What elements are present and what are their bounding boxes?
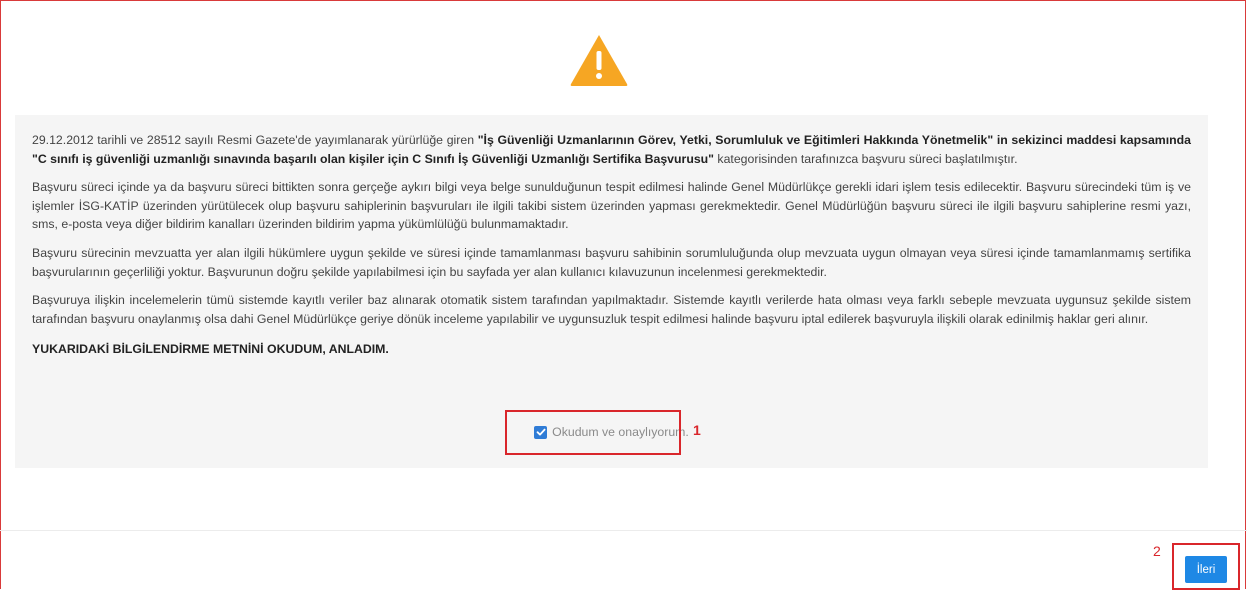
- info-paragraph-1: 29.12.2012 tarihli ve 28512 sayılı Resmi…: [32, 131, 1191, 168]
- info-paragraph-2: Başvuru süreci içinde ya da başvuru süre…: [32, 180, 1191, 232]
- step-1-number: 1: [693, 422, 701, 438]
- next-button[interactable]: İleri: [1185, 556, 1227, 583]
- info-paragraph-3: Başvuru sürecinin mevzuatta yer alan ilg…: [32, 245, 1191, 279]
- warning-triangle-icon: [569, 33, 629, 87]
- acknowledgement-heading: YUKARIDAKİ BİLGİLENDİRME METNİNİ OKUDUM,…: [32, 342, 389, 357]
- step-2-number: 2: [1153, 543, 1161, 559]
- footer-divider: [0, 530, 1247, 531]
- step-1-highlight: [505, 410, 681, 455]
- paragraph-text: 29.12.2012 tarihli ve 28512 sayılı Resmi…: [32, 133, 478, 147]
- paragraph-text: kategorisinden tarafınızca başvuru sürec…: [714, 151, 1018, 166]
- info-paragraph-4: Başvuruya ilişkin incelemelerin tümü sis…: [32, 293, 1191, 326]
